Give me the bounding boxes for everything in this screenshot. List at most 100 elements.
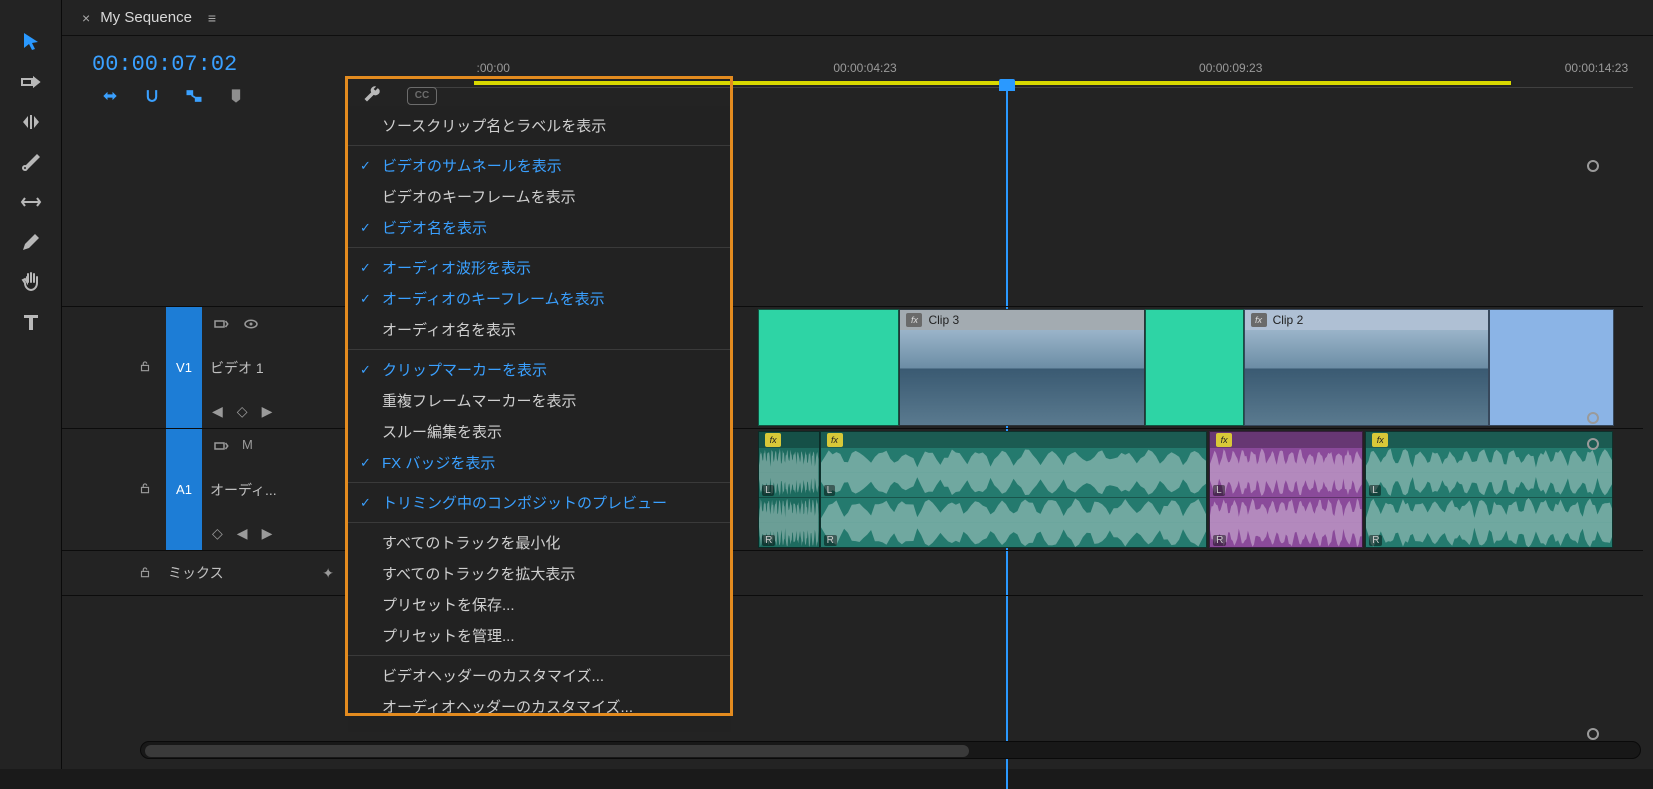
sync-lock-icon[interactable] [1587, 412, 1599, 424]
track-select-tool[interactable] [13, 64, 49, 100]
menu-separator [348, 522, 731, 523]
menu-item[interactable]: すべてのトラックを拡大表示 [348, 558, 731, 589]
ruler-tick-label: 00:00:09:23 [1199, 61, 1262, 75]
channel-R-badge: R [1213, 535, 1226, 546]
add-track-icon[interactable]: ✦ [322, 565, 334, 582]
menu-item[interactable]: ✓クリップマーカーを表示 [348, 354, 731, 385]
horizontal-scrollbar[interactable] [140, 741, 1641, 759]
check-icon: ✓ [360, 455, 382, 471]
menu-item-label: すべてのトラックを最小化 [382, 532, 560, 553]
sequence-name[interactable]: My Sequence [100, 9, 192, 26]
menu-separator [348, 145, 731, 146]
prev-keyframe-icon[interactable]: ◀ [212, 403, 223, 420]
ruler-tick-label: 00:00:14:23 [1565, 61, 1628, 75]
snap-icon[interactable] [140, 86, 164, 106]
menu-item[interactable]: ✓ビデオのサムネールを表示 [348, 150, 731, 181]
menu-item[interactable]: すべてのトラックを最小化 [348, 527, 731, 558]
timeline-display-settings-button[interactable] [354, 82, 390, 106]
sequence-menu-icon[interactable]: ≡ [208, 10, 216, 26]
channel-L-badge: L [1213, 485, 1225, 496]
fx-badge-icon: fx [765, 433, 781, 447]
menu-item[interactable]: ✓ビデオ名を表示 [348, 212, 731, 243]
track-toggle-v1[interactable]: V1 [166, 307, 202, 428]
menu-item[interactable]: ビデオヘッダーのカスタマイズ... [348, 660, 731, 691]
current-timecode[interactable]: 00:00:07:02 [92, 52, 237, 77]
insert-overwrite-icon[interactable] [98, 86, 122, 106]
channel-R-badge: R [1369, 535, 1382, 546]
sync-lock-icon[interactable] [1587, 160, 1599, 172]
razor-tool[interactable] [13, 144, 49, 180]
timeline-panel: × My Sequence ≡ 00:00:07:02 [62, 0, 1653, 769]
captions-toggle[interactable]: CC [407, 85, 437, 105]
menu-item[interactable]: 重複フレームマーカーを表示 [348, 385, 731, 416]
ripple-edit-tool[interactable] [13, 104, 49, 140]
video-clip[interactable] [758, 309, 899, 426]
sync-lock-icon[interactable] [1587, 438, 1599, 450]
audio-clip[interactable]: fxLR [758, 431, 819, 548]
keyframe-mode-icon[interactable]: ◇ [212, 525, 223, 542]
track-toggle-a1[interactable]: A1 [166, 429, 202, 550]
clip-label: Clip 2 [1273, 313, 1304, 327]
lock-icon[interactable] [138, 565, 160, 582]
next-keyframe-icon[interactable]: ▶ [262, 403, 273, 420]
audio-clip[interactable]: fxLR [1209, 431, 1363, 548]
video-clip[interactable] [1145, 309, 1243, 426]
selection-tool[interactable] [13, 24, 49, 60]
menu-item[interactable]: ✓トリミング中のコンポジットのプレビュー [348, 487, 731, 518]
time-ruler[interactable]: :00:00 00:00:04:23 00:00:09:23 00:00:14:23 [414, 61, 1633, 101]
video-clip[interactable]: fxClip 3 [899, 309, 1145, 426]
audio-clip[interactable]: fxLR [820, 431, 1207, 548]
menu-item-label: すべてのトラックを拡大表示 [382, 563, 575, 584]
audio-clip[interactable]: fxLR [1365, 431, 1613, 548]
channel-L-badge: L [762, 485, 774, 496]
menu-item-label: オーディオ波形を表示 [382, 257, 531, 278]
check-icon: ✓ [360, 158, 382, 174]
mute-icon[interactable]: M [242, 437, 253, 458]
video-clip[interactable] [1489, 309, 1613, 426]
ruler-tick-label: :00:00 [477, 61, 510, 75]
toggle-output-icon[interactable] [212, 437, 230, 458]
menu-separator [348, 349, 731, 350]
type-tool[interactable] [13, 304, 49, 340]
lock-icon[interactable] [138, 359, 160, 376]
menu-item-label: 重複フレームマーカーを表示 [382, 390, 577, 411]
menu-item[interactable]: プリセットを保存... [348, 589, 731, 620]
menu-item-label: プリセットを管理... [382, 625, 515, 646]
sync-lock-icon[interactable] [1587, 728, 1599, 740]
check-icon: ✓ [360, 362, 382, 378]
menu-item[interactable]: ソースクリップ名とラベルを表示 [348, 110, 731, 141]
scrollbar-thumb[interactable] [145, 745, 969, 757]
video-clip[interactable]: fxClip 2 [1244, 309, 1490, 426]
channel-L-badge: L [1369, 485, 1381, 496]
menu-item[interactable]: スルー編集を表示 [348, 416, 731, 447]
menu-item[interactable]: ビデオのキーフレームを表示 [348, 181, 731, 212]
linked-selection-icon[interactable] [182, 86, 206, 106]
menu-item-label: プリセットを保存... [382, 594, 515, 615]
next-keyframe-icon[interactable]: ▶ [262, 525, 273, 542]
menu-item[interactable]: プリセットを管理... [348, 620, 731, 651]
slip-tool[interactable] [13, 184, 49, 220]
prev-keyframe-icon[interactable]: ◀ [237, 525, 248, 542]
timeline-header: 00:00:07:02 :00:0000:00:04:2300:0 [62, 36, 1653, 108]
menu-item-label: ビデオ名を表示 [382, 217, 487, 238]
close-sequence-icon[interactable]: × [82, 10, 90, 26]
ruler-tick-label: 00:00:04:23 [833, 61, 896, 75]
lock-icon[interactable] [138, 481, 160, 498]
toggle-visibility-icon[interactable] [242, 315, 260, 336]
menu-item[interactable]: ✓FX バッジを表示 [348, 447, 731, 478]
pen-tool[interactable] [13, 224, 49, 260]
menu-item[interactable]: ✓オーディオ波形を表示 [348, 252, 731, 283]
menu-item[interactable]: オーディオヘッダーのカスタマイズ... [348, 691, 731, 722]
menu-item-label: トリミング中のコンポジットのプレビュー [382, 492, 667, 513]
clip-label: Clip 3 [928, 313, 959, 327]
track-area: V1 ビデオ 1 ◀ ◇ ▶ A1 オーディ... [62, 108, 1653, 725]
marker-icon[interactable] [224, 86, 248, 106]
menu-item[interactable]: ✓オーディオのキーフレームを表示 [348, 283, 731, 314]
channel-R-badge: R [824, 535, 837, 546]
add-keyframe-icon[interactable]: ◇ [237, 403, 248, 420]
hand-tool[interactable] [13, 264, 49, 300]
toggle-output-icon[interactable] [212, 315, 230, 336]
menu-item-label: ソースクリップ名とラベルを表示 [382, 115, 606, 136]
menu-item[interactable]: オーディオ名を表示 [348, 314, 731, 345]
work-area-bar[interactable] [474, 81, 1511, 85]
